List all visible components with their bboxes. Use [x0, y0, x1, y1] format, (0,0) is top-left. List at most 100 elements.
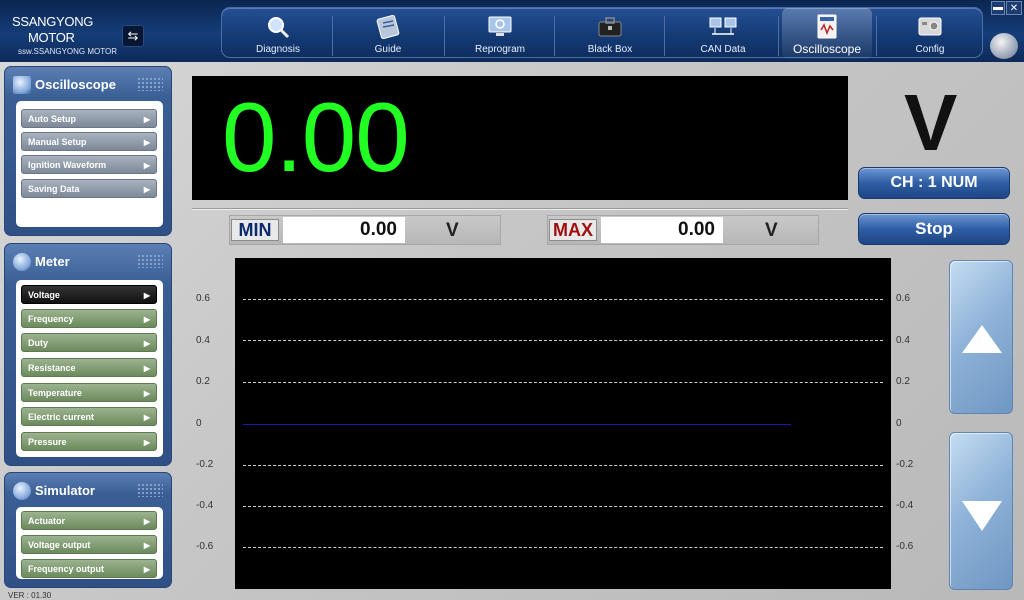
panel-title: Oscilloscope — [35, 77, 116, 92]
chevron-right-icon: ▶ — [143, 364, 150, 373]
chart-icon — [13, 76, 31, 94]
simulator-panel-header: Simulator — [13, 479, 95, 503]
nav-divider — [664, 16, 665, 56]
stop-button[interactable]: Stop — [858, 213, 1010, 245]
nav-diagnosis[interactable]: Diagnosis — [230, 8, 326, 59]
menu-pressure[interactable]: Pressure ▶ — [21, 432, 157, 451]
scale-down-button[interactable] — [949, 432, 1013, 590]
chevron-right-icon: ▶ — [143, 565, 150, 574]
chevron-right-icon: ▶ — [143, 541, 150, 550]
y-tick-right: -0.4 — [896, 500, 914, 511]
y-tick-left: -0.6 — [196, 541, 214, 552]
nav-oscilloscope[interactable]: Oscilloscope — [782, 8, 872, 59]
y-tick-right: -0.2 — [896, 459, 914, 470]
y-tick-right: -0.6 — [896, 541, 914, 552]
nav-divider — [332, 16, 333, 56]
menu-label: Voltage — [28, 290, 60, 300]
menu-temperature[interactable]: Temperature ▶ — [21, 383, 157, 402]
nav-divider — [554, 16, 555, 56]
magnifier-icon — [268, 17, 290, 39]
waveform-plot — [235, 258, 891, 589]
panel-grip — [137, 77, 163, 91]
nav-label: Oscilloscope — [792, 42, 862, 56]
user-icon[interactable] — [990, 33, 1018, 59]
menu-ignition-waveform[interactable]: Ignition Waveform ▶ — [21, 155, 157, 174]
menu-manual-setup[interactable]: Manual Setup ▶ — [21, 132, 157, 151]
y-tick-right: 0.4 — [896, 335, 910, 346]
meter-menu: Voltage ▶ Frequency ▶ Duty ▶ Resistance ▶ Te… — [16, 280, 163, 457]
chevron-right-icon: ▶ — [143, 291, 150, 300]
nav-reprogram[interactable]: Reprogram — [450, 8, 550, 59]
arrow-up-icon — [962, 325, 1002, 353]
main-nav: Diagnosis Guide Reprogram Black Box CAN … — [221, 7, 983, 59]
nav-black-box[interactable]: Black Box — [560, 8, 660, 59]
nav-label: CAN Data — [700, 44, 746, 55]
grid-line — [243, 465, 883, 466]
brand-tagline: ssw.SSANGYONG MOTOR — [18, 47, 117, 56]
y-tick-left: 0.2 — [196, 376, 210, 387]
chevron-right-icon: ▶ — [143, 161, 150, 170]
chevron-right-icon: ▶ — [143, 315, 150, 324]
usb-icon[interactable]: ⇆ — [122, 25, 144, 47]
panel-grip — [137, 254, 163, 268]
scale-up-button[interactable] — [949, 260, 1013, 414]
y-tick-left: 0.4 — [196, 335, 210, 346]
nav-divider — [444, 16, 445, 56]
version-label: VER : 01.30 — [8, 591, 52, 600]
menu-saving-data[interactable]: Saving Data ▶ — [21, 179, 157, 198]
simulator-menu: Actuator ▶ Voltage output ▶ Frequency outp… — [16, 507, 163, 579]
y-tick-left: -0.4 — [196, 500, 214, 511]
close-button[interactable]: ✕ — [1006, 1, 1022, 15]
menu-label: Auto Setup — [28, 114, 76, 124]
grid-line — [243, 506, 883, 507]
nav-divider — [876, 16, 877, 56]
menu-label: Temperature — [28, 388, 82, 398]
nav-label: Black Box — [587, 44, 633, 55]
menu-voltage-output[interactable]: Voltage output ▶ — [21, 535, 157, 554]
nav-config[interactable]: Config — [882, 8, 978, 59]
config-icon — [918, 17, 942, 36]
menu-auto-setup[interactable]: Auto Setup ▶ — [21, 109, 157, 128]
minimize-button[interactable]: ▬ — [991, 1, 1005, 15]
y-tick-right: 0 — [896, 418, 902, 429]
nav-guide[interactable]: Guide — [338, 8, 438, 59]
channel-button[interactable]: CH : 1 NUM — [858, 167, 1010, 199]
book-icon — [376, 14, 400, 40]
min-label: MIN — [231, 219, 279, 241]
y-tick-left: 0 — [196, 418, 202, 429]
menu-electric-current[interactable]: Electric current ▶ — [21, 407, 157, 426]
menu-voltage[interactable]: Voltage ▶ — [21, 285, 157, 304]
menu-label: Duty — [28, 338, 48, 348]
refresh-icon — [13, 482, 31, 500]
grid-line — [243, 547, 883, 548]
brand-logo: SSANGYONG MOTOR ssw.SSANGYONG MOTOR — [12, 14, 122, 58]
min-unit: V — [446, 220, 459, 241]
menu-label: Resistance — [28, 363, 76, 373]
menu-label: Frequency — [28, 314, 74, 324]
nav-label: Reprogram — [474, 44, 526, 55]
menu-frequency[interactable]: Frequency ▶ — [21, 309, 157, 328]
menu-label: Pressure — [28, 437, 67, 447]
panel-title: Meter — [35, 254, 70, 269]
menu-actuator[interactable]: Actuator ▶ — [21, 511, 157, 530]
monitor-icon — [488, 16, 512, 36]
meter-panel: Meter Voltage ▶ Frequency ▶ Duty ▶ Resistan… — [4, 243, 172, 466]
menu-frequency-output[interactable]: Frequency output ▶ — [21, 559, 157, 578]
chevron-right-icon: ▶ — [143, 438, 150, 447]
y-tick-right: 0.6 — [896, 293, 910, 304]
chevron-right-icon: ▶ — [143, 115, 150, 124]
nav-divider — [778, 16, 779, 56]
menu-label: Actuator — [28, 516, 66, 526]
briefcase-icon — [598, 17, 622, 37]
simulator-panel: Simulator Actuator ▶ Voltage output ▶ Freq… — [4, 472, 172, 588]
grid-line — [243, 340, 883, 341]
nav-can-data[interactable]: CAN Data — [670, 8, 776, 59]
chevron-right-icon: ▶ — [143, 185, 150, 194]
nav-label: Config — [915, 44, 945, 55]
meter-panel-header: Meter — [13, 250, 70, 274]
menu-resistance[interactable]: Resistance ▶ — [21, 358, 157, 377]
max-value: 0.00 — [601, 217, 723, 243]
menu-duty[interactable]: Duty ▶ — [21, 333, 157, 352]
divider — [192, 208, 848, 210]
min-value: 0.00 — [283, 217, 405, 243]
